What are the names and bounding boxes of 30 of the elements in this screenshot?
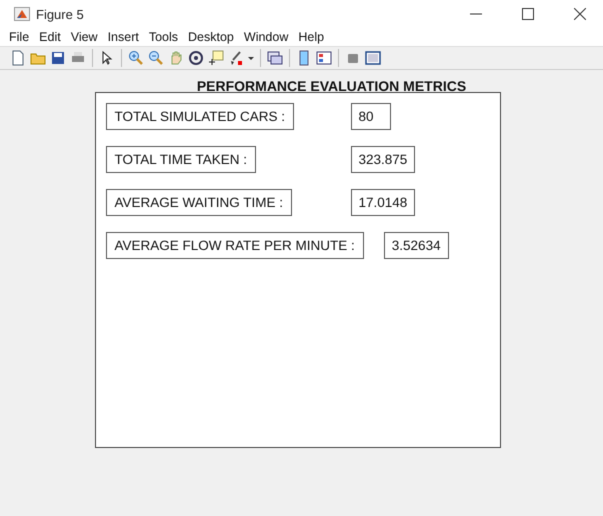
metric-label: TOTAL SIMULATED CARS : bbox=[106, 103, 294, 130]
linked-windows-icon[interactable] bbox=[267, 50, 283, 66]
metric-value: 80 bbox=[350, 103, 390, 130]
app-logo-icon bbox=[14, 7, 30, 21]
metric-value: 323.875 bbox=[350, 146, 416, 173]
window-icon[interactable] bbox=[365, 50, 381, 66]
menu-item[interactable]: Edit bbox=[34, 30, 66, 44]
menu-item[interactable]: Tools bbox=[144, 30, 184, 44]
zoom-in-icon[interactable] bbox=[128, 50, 144, 66]
menu-item[interactable]: Help bbox=[293, 30, 330, 44]
panel-title: PERFORMANCE EVALUATION METRICS bbox=[196, 78, 466, 94]
menu-item[interactable]: View bbox=[66, 30, 103, 44]
new-file-icon[interactable] bbox=[10, 50, 26, 66]
save-icon[interactable] bbox=[50, 50, 66, 66]
menu-item[interactable]: File bbox=[4, 30, 34, 44]
window-title: Figure 5 bbox=[36, 6, 85, 22]
metric-value: 3.52634 bbox=[384, 232, 449, 259]
metric-value: 17.0148 bbox=[350, 189, 416, 216]
close-icon bbox=[574, 8, 586, 20]
zoom-out-icon[interactable] bbox=[148, 50, 164, 66]
menu-item[interactable]: Desktop bbox=[183, 30, 239, 44]
maximize-icon bbox=[522, 8, 534, 20]
menu-item[interactable]: Insert bbox=[102, 30, 144, 44]
data-cursor-icon[interactable] bbox=[208, 50, 224, 66]
metric-label: TOTAL TIME TAKEN : bbox=[106, 146, 256, 173]
metric-label: AVERAGE FLOW RATE PER MINUTE : bbox=[106, 232, 364, 259]
legend-icon[interactable] bbox=[316, 50, 332, 66]
menu-item[interactable]: Window bbox=[238, 30, 294, 44]
brush-icon[interactable] bbox=[228, 50, 244, 66]
metric-label: AVERAGE WAITING TIME : bbox=[106, 189, 292, 216]
